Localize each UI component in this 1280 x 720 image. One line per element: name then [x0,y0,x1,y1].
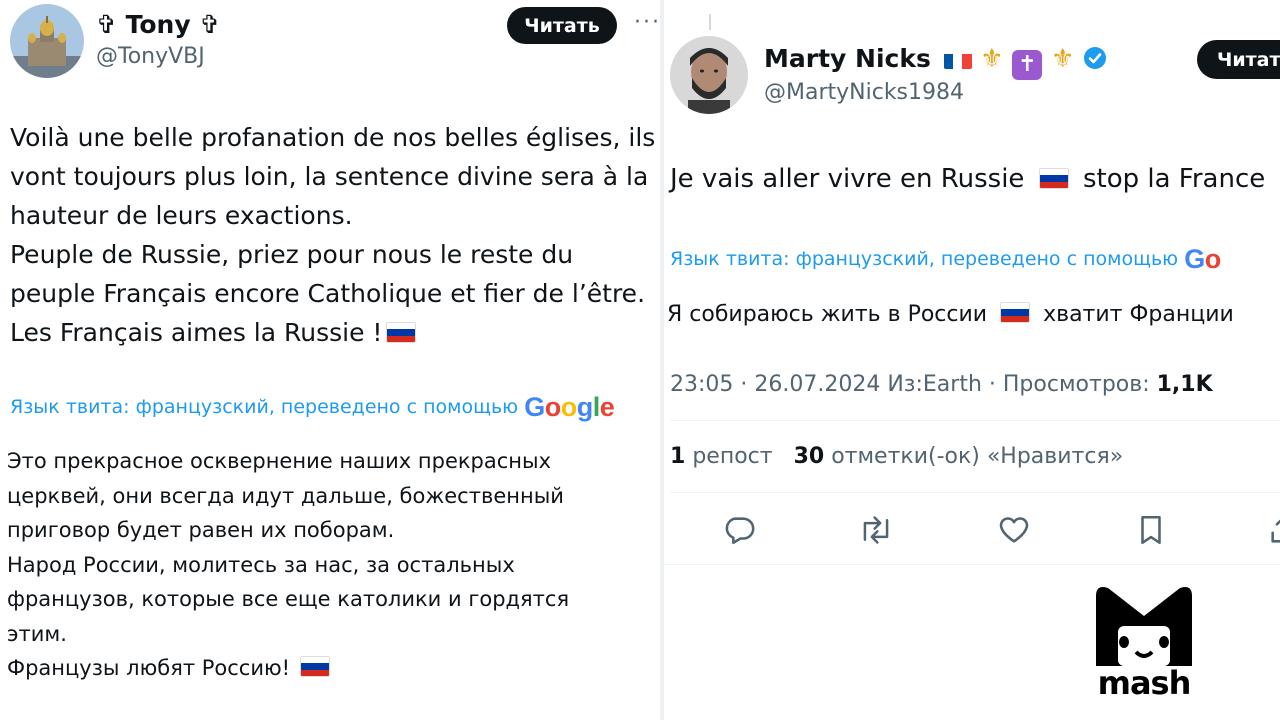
left-tweet-panel: ✞ Tony ✞ @TonyVBJ Читать ··· Voilà une b… [0,0,660,720]
tweet-line: Peuple de Russie, priez pour nous le res… [10,240,574,269]
tweet-line: Voilà une belle profanation de nos belle… [10,123,656,152]
tweet-line: Je vais aller vivre en Russie stop la Fr… [670,160,1265,199]
translated-line: Народ России, молитесь за нас, за осталь… [7,552,515,577]
translation-note-text: Язык твита: французский, переведено с по… [670,248,1179,270]
bookmark-icon[interactable] [1131,510,1171,550]
tweet-line-with-flag: Les Français aimes la Russie ! [10,313,655,352]
reply-icon[interactable] [719,510,759,550]
translation-note[interactable]: Язык твита: французский, переведено с по… [670,244,1221,275]
separator [670,492,1280,493]
like-icon[interactable] [994,510,1034,550]
tweet-translated-text: Я собираюсь жить в России хватит Франции [667,298,1234,333]
follow-button[interactable]: Читать [507,7,617,44]
tweet-original-text: Voilà une belle profanation de nos belle… [10,118,655,352]
latin-cross-icon: ✝ [1012,50,1043,80]
follow-button[interactable]: Читать [1197,40,1280,79]
reposts-stat[interactable]: 1 репост [670,444,773,469]
view-count: 1,1K [1156,372,1213,397]
tweet-line: peuple Français encore Catholique et fie… [10,279,646,308]
tony-display-name[interactable]: ✞ Tony ✞ [96,10,220,39]
tweet-line: hauteur de leurs exactions. [10,201,353,230]
russia-flag-icon [300,656,331,677]
tweet-translated-text: Это прекрасное осквернение наших прекрас… [7,444,569,686]
translation-note-text: Язык твита: французский, переведено с по… [10,396,519,418]
tweet-text-part: stop la France [1082,164,1266,194]
tweet-text-part: Je vais aller vivre en Russie [670,164,1025,194]
tweet-stats: 1 репост 30 отметки(-ок) «Нравится» [670,444,1123,469]
translated-text-part: Я собираюсь жить в России [667,302,988,327]
likes-stat[interactable]: 30 отметки(-ок) «Нравится» [794,444,1124,469]
marty-avatar[interactable] [670,36,748,114]
tony-avatar[interactable] [10,4,84,78]
translated-line: французов, которые все еще католики и го… [7,587,570,611]
translated-text-part: хватит Франции [1043,302,1234,327]
translated-line: церквей, они всегда идут дальше, божеств… [7,483,564,508]
russia-flag-icon [1000,302,1031,323]
retweet-icon[interactable] [856,510,896,550]
timestamp: 23:05 · 26.07.2024 Из:Earth · Просмотров… [670,372,1150,397]
mash-wordmark: mash [1097,664,1192,702]
translation-note[interactable]: Язык твита: французский, переведено с по… [10,392,615,423]
france-flag-icon [943,50,972,69]
marty-name-text: Marty Nicks [764,44,931,73]
marty-handle[interactable]: @MartyNicks1984 [764,80,964,105]
translated-line-with-flag: Французы любят Россию! [7,651,569,686]
google-logo: Go [1184,244,1221,274]
thread-line [709,14,711,30]
verified-badge-icon [1083,46,1107,76]
share-icon[interactable] [1264,510,1280,550]
separator [664,564,1280,565]
more-options-icon[interactable]: ··· [634,10,660,35]
translated-line: приговор будет равен их поборам. [7,518,395,542]
fleur-de-lis-icon: ⚜ [980,44,1004,74]
fleur-de-lis-icon: ⚜ [1051,44,1075,74]
translated-line: Я собираюсь жить в России хватит Франции [667,298,1234,333]
translated-line: Это прекрасное осквернение наших прекрас… [7,449,552,473]
separator [670,420,1280,421]
mash-cat-icon [1096,587,1192,666]
google-logo: Google [524,392,615,422]
tony-handle[interactable]: @TonyVBJ [96,44,205,69]
translated-line: этим. [7,621,67,646]
russia-flag-icon [1038,168,1069,189]
translated-line: Французы любят Россию! [7,656,291,680]
marty-display-name[interactable]: Marty Nicks ⚜ ✝ ⚜ [764,44,1107,80]
tweet-original-text: Je vais aller vivre en Russie stop la Fr… [670,160,1265,199]
russia-flag-icon [386,322,417,343]
tweet-line: vont toujours plus loin, la sentence div… [10,162,649,191]
tweet-metadata[interactable]: 23:05 · 26.07.2024 Из:Earth · Просмотров… [670,372,1213,397]
mash-watermark-logo: mash [1088,582,1200,700]
tweet-line: Les Français aimes la Russie ! [10,318,383,347]
